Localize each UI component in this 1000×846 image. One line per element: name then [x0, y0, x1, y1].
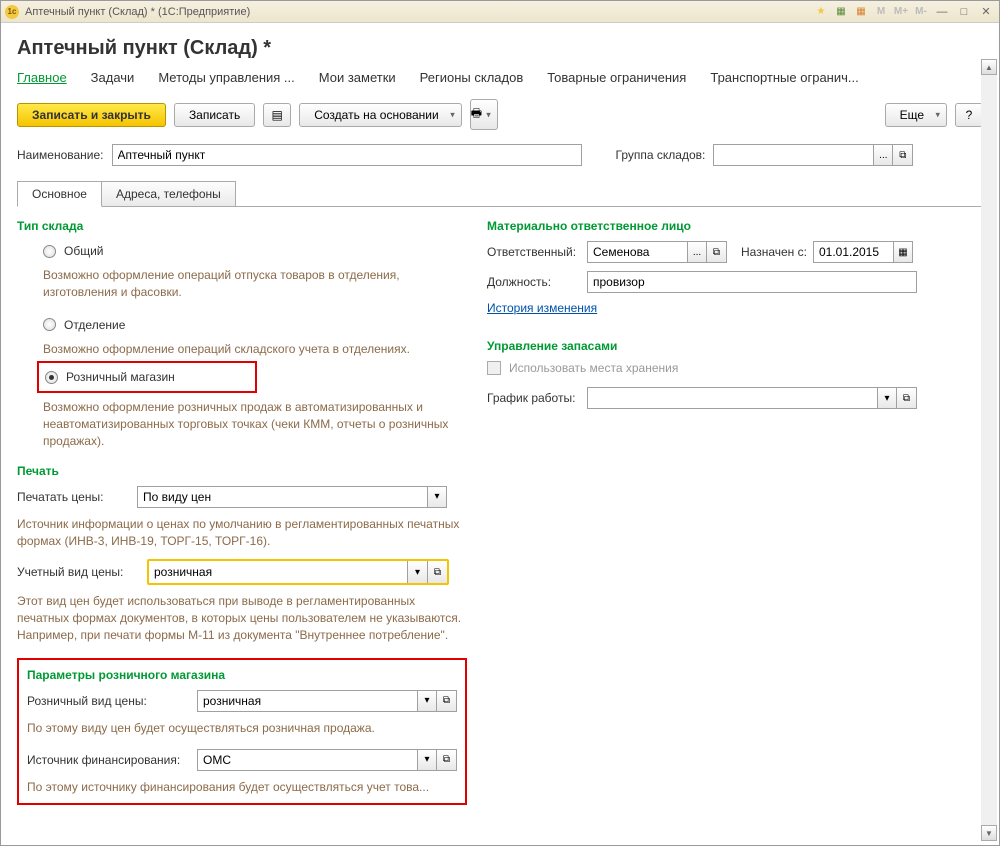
help-dept: Возможно оформление операций складского … [17, 341, 467, 358]
nav-tab-notes[interactable]: Мои заметки [319, 70, 396, 85]
price-print-label: Печатать цены: [17, 490, 137, 504]
schedule-dropdown-button[interactable]: ▾ [877, 387, 897, 409]
radio-common[interactable]: Общий [17, 241, 467, 261]
close-button[interactable]: ✕ [977, 4, 995, 20]
help-price-source: Источник информации о ценах по умолчанию… [17, 516, 467, 550]
page-title: Аптечный пункт (Склад) * [17, 37, 983, 60]
responsible-label: Ответственный: [487, 245, 587, 259]
fin-source-open-button[interactable]: ⧉ [437, 749, 457, 771]
history-link[interactable]: История изменения [487, 301, 597, 315]
nav-tab-main[interactable]: Главное [17, 70, 67, 85]
calculator-icon[interactable]: ▦ [833, 4, 849, 20]
radio-icon [45, 371, 58, 384]
memory-m-icon[interactable]: M [873, 4, 889, 20]
retail-price-dropdown-button[interactable]: ▾ [417, 690, 437, 712]
scroll-up-button[interactable]: ▲ [981, 59, 997, 75]
price-print-input[interactable] [137, 486, 427, 508]
wh-type-title: Тип склада [17, 219, 467, 233]
checkbox-icon [487, 361, 501, 375]
retail-params-box: Параметры розничного магазина Розничный … [17, 658, 467, 806]
titlebar: 1c Аптечный пункт (Склад) * (1С:Предприя… [1, 1, 999, 23]
acc-price-open-button[interactable]: ⧉ [427, 561, 447, 583]
nav-tab-transport-limits[interactable]: Транспортные огранич... [710, 70, 858, 85]
group-ellipsis-button[interactable]: ... [873, 144, 893, 166]
fin-source-input[interactable] [197, 749, 417, 771]
retail-price-open-button[interactable]: ⧉ [437, 690, 457, 712]
radio-common-label: Общий [64, 244, 104, 258]
help-fin-source: По этому источнику финансирования будет … [27, 779, 457, 796]
job-label: Должность: [487, 275, 587, 289]
radio-retail[interactable]: Розничный магазин [43, 367, 175, 387]
assigned-from-input[interactable] [813, 241, 893, 263]
name-input[interactable] [112, 144, 582, 166]
use-places-label: Использовать места хранения [509, 361, 678, 375]
retail-price-input[interactable] [197, 690, 417, 712]
help-button[interactable]: ? [955, 103, 983, 127]
radio-dept[interactable]: Отделение [17, 315, 467, 335]
group-open-button[interactable]: ⧉ [893, 144, 913, 166]
inner-tabs: Основное Адреса, телефоны [17, 180, 983, 206]
radio-dept-label: Отделение [64, 318, 125, 332]
toolbar: Записать и закрыть Записать ▤ Создать на… [17, 99, 983, 130]
nav-tab-goods-limits[interactable]: Товарные ограничения [547, 70, 686, 85]
radio-icon [43, 318, 56, 331]
help-common: Возможно оформление операций отпуска тов… [17, 267, 467, 301]
help-retail-price: По этому виду цен будет осуществляться р… [27, 720, 457, 737]
list-icon-button[interactable]: ▤ [263, 103, 291, 127]
inner-tab-addresses[interactable]: Адреса, телефоны [102, 181, 236, 207]
use-places-checkbox-row[interactable]: Использовать места хранения [487, 361, 983, 375]
fin-source-dropdown-button[interactable]: ▾ [417, 749, 437, 771]
group-input[interactable] [713, 144, 873, 166]
save-button[interactable]: Записать [174, 103, 255, 127]
titlebar-text: Аптечный пункт (Склад) * (1С:Предприятие… [25, 6, 813, 18]
responsible-ellipsis-button[interactable]: ... [687, 241, 707, 263]
assigned-from-label: Назначен с: [741, 245, 807, 259]
scroll-track[interactable] [981, 75, 997, 825]
print-icon-button[interactable]: 🖶 [470, 99, 498, 130]
schedule-label: График работы: [487, 391, 587, 405]
favorite-icon[interactable]: ★ [813, 4, 829, 20]
print-title: Печать [17, 464, 467, 478]
memory-mminus-icon[interactable]: M- [913, 4, 929, 20]
retail-price-label: Розничный вид цены: [27, 694, 197, 708]
nav-tabs: Главное Задачи Методы управления ... Мои… [17, 70, 983, 85]
minimize-button[interactable]: — [933, 4, 951, 20]
save-close-button[interactable]: Записать и закрыть [17, 103, 166, 127]
maximize-button[interactable]: □ [955, 4, 973, 20]
scroll-down-button[interactable]: ▼ [981, 825, 997, 841]
memory-mplus-icon[interactable]: M+ [893, 4, 909, 20]
nav-tab-methods[interactable]: Методы управления ... [158, 70, 294, 85]
retail-title: Параметры розничного магазина [27, 668, 457, 682]
job-input[interactable] [587, 271, 917, 293]
acc-price-dropdown-button[interactable]: ▾ [407, 561, 427, 583]
stock-title: Управление запасами [487, 339, 983, 353]
schedule-open-button[interactable]: ⧉ [897, 387, 917, 409]
acc-price-input[interactable] [149, 561, 407, 583]
create-based-button[interactable]: Создать на основании [299, 103, 462, 127]
nav-tab-tasks[interactable]: Задачи [91, 70, 135, 85]
calendar-icon[interactable]: ▦ [853, 4, 869, 20]
help-retail: Возможно оформление розничных продаж в а… [17, 399, 467, 449]
assigned-from-calendar-button[interactable]: ▦ [893, 241, 913, 263]
acc-price-label: Учетный вид цены: [17, 565, 147, 579]
name-label: Наименование: [17, 148, 104, 162]
more-button[interactable]: Еще [885, 103, 947, 127]
inner-tab-main[interactable]: Основное [17, 181, 102, 207]
group-label: Группа складов: [616, 148, 706, 162]
mol-title: Материально ответственное лицо [487, 219, 983, 233]
fin-source-label: Источник финансирования: [27, 753, 197, 767]
nav-tab-regions[interactable]: Регионы складов [420, 70, 524, 85]
scrollbar[interactable]: ▲ ▼ [981, 59, 997, 841]
radio-icon [43, 245, 56, 258]
responsible-open-button[interactable]: ⧉ [707, 241, 727, 263]
app-icon: 1c [5, 5, 19, 19]
help-acc-price: Этот вид цен будет использоваться при вы… [17, 593, 467, 643]
radio-retail-label: Розничный магазин [66, 370, 175, 384]
price-print-dropdown-button[interactable]: ▾ [427, 486, 447, 508]
responsible-input[interactable] [587, 241, 687, 263]
schedule-input[interactable] [587, 387, 877, 409]
